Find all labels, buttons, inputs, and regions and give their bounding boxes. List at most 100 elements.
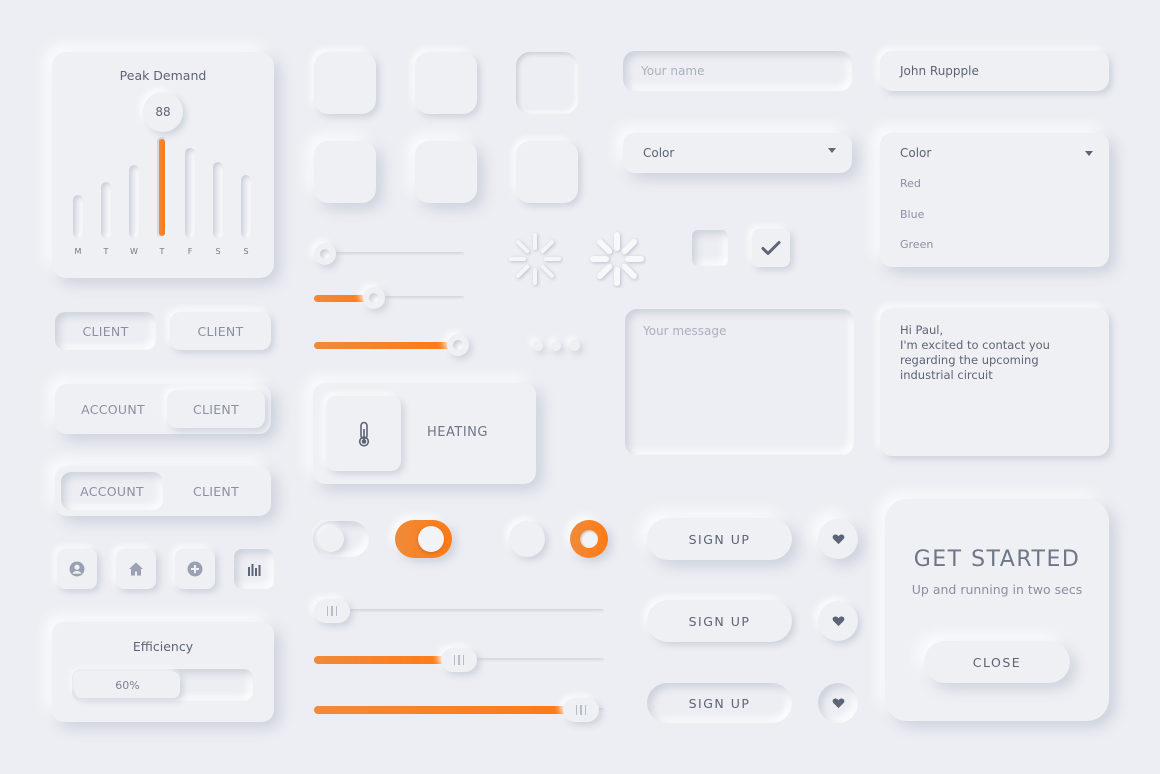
day-label: M <box>74 247 82 256</box>
slider-handle[interactable] <box>314 599 350 623</box>
tab-account[interactable]: ACCOUNT <box>61 472 163 510</box>
tab-account-label: ACCOUNT <box>80 483 144 499</box>
slider-knob[interactable] <box>363 287 385 309</box>
square-button[interactable] <box>314 141 376 203</box>
heating-label: HEATING <box>427 425 488 440</box>
square-button[interactable] <box>314 52 376 114</box>
tab-account-label: ACCOUNT <box>81 401 145 417</box>
slider-fill <box>314 341 453 349</box>
tab-account[interactable]: ACCOUNT <box>63 390 163 428</box>
toggle-switch-on[interactable] <box>395 520 452 558</box>
square-button[interactable] <box>516 141 578 203</box>
home-button[interactable] <box>116 549 156 589</box>
slider-knob[interactable] <box>314 243 336 265</box>
close-label: CLOSE <box>972 654 1022 670</box>
signup-button-pressed[interactable]: SIGN UP <box>647 683 792 723</box>
close-button[interactable]: CLOSE <box>924 641 1070 683</box>
loading-dot <box>533 341 543 351</box>
thermometer-icon <box>358 421 369 447</box>
toggle-switch-off[interactable] <box>313 521 369 557</box>
tab-client-label: CLIENT <box>192 483 240 499</box>
chevron-down-icon <box>1085 151 1093 156</box>
radio-off[interactable] <box>509 521 545 557</box>
color-dropdown-open[interactable]: Color Red Blue Green <box>880 133 1109 267</box>
demand-bar <box>185 148 195 238</box>
grip-line <box>458 655 460 665</box>
square-button[interactable] <box>415 141 477 203</box>
slider-knob-center <box>453 340 463 350</box>
name-input-filled[interactable]: John Ruppple <box>880 51 1109 91</box>
message-textarea-filled[interactable]: Hi Paul, I'm excited to contact you rega… <box>880 308 1109 456</box>
segmented-control-1: ACCOUNT CLIENT <box>55 384 271 434</box>
radio-on[interactable] <box>570 520 608 558</box>
chart-icon <box>248 564 261 576</box>
loading-spinner-icon <box>509 233 561 285</box>
demand-bar <box>157 137 167 238</box>
checkbox-checked[interactable] <box>752 229 790 267</box>
like-button[interactable] <box>818 519 858 559</box>
tab-client[interactable]: CLIENT <box>167 390 265 428</box>
grip-line <box>326 606 329 616</box>
message-textarea[interactable]: Your message <box>625 309 854 455</box>
loading-dot <box>569 340 580 351</box>
radio-dot <box>580 530 598 548</box>
demand-bar-highlight <box>159 139 165 236</box>
loading-dot <box>551 341 561 351</box>
slider-handle[interactable] <box>441 648 477 672</box>
efficiency-progress-fill: 60% <box>75 672 180 698</box>
name-value: John Ruppple <box>900 64 979 78</box>
spinner-spoke <box>621 239 637 255</box>
grip-line <box>331 606 333 616</box>
color-option-blue[interactable]: Blue <box>900 208 924 221</box>
day-label: T <box>159 247 165 256</box>
chart-button[interactable] <box>234 549 274 589</box>
toggle-knob <box>418 526 444 552</box>
demand-bar <box>241 175 251 238</box>
demand-bar <box>73 195 83 238</box>
toggle-knob <box>318 526 344 552</box>
get-started-subtitle: Up and running in two secs <box>911 582 1083 597</box>
slider-track[interactable] <box>314 609 604 613</box>
name-placeholder: Your name <box>641 64 705 78</box>
peak-demand-card: Peak Demand 88 M T W T F S S <box>52 52 274 278</box>
tab-client[interactable]: CLIENT <box>167 472 265 510</box>
user-button[interactable] <box>57 549 97 589</box>
user-icon <box>69 561 85 577</box>
square-button[interactable] <box>415 52 477 114</box>
slider-handle[interactable] <box>563 698 599 722</box>
segmented-control-2: ACCOUNT CLIENT <box>55 466 271 516</box>
chevron-down-icon <box>828 148 836 153</box>
checkbox-unchecked[interactable] <box>692 230 728 266</box>
grip-line <box>575 705 578 715</box>
signup-label: SIGN UP <box>688 613 751 629</box>
add-button[interactable] <box>175 549 215 589</box>
peak-value-bubble: 88 <box>143 92 183 132</box>
slider-knob[interactable] <box>447 334 469 356</box>
day-label: F <box>187 247 193 256</box>
heating-card[interactable]: HEATING <box>313 383 536 484</box>
client-button-pressed[interactable]: CLIENT <box>55 312 156 350</box>
efficiency-progress-track: 60% <box>72 669 253 701</box>
color-option-green[interactable]: Green <box>900 238 933 251</box>
grip-line <box>335 606 338 616</box>
spinner-spoke <box>597 263 613 279</box>
like-button-pressed[interactable] <box>818 683 858 723</box>
day-label: T <box>103 247 109 256</box>
color-option-red[interactable]: Red <box>900 177 921 190</box>
day-label: W <box>130 247 138 256</box>
square-button-pressed[interactable] <box>516 52 578 114</box>
like-button[interactable] <box>818 601 858 641</box>
spinner-spoke <box>540 240 554 254</box>
color-select[interactable]: Color <box>623 133 852 173</box>
loading-spinner-icon <box>590 232 644 286</box>
name-input[interactable]: Your name <box>623 51 852 91</box>
color-dropdown-label: Color <box>900 146 932 160</box>
client-button-raised[interactable]: CLIENT <box>170 312 271 350</box>
signup-button[interactable]: SIGN UP <box>647 518 792 560</box>
demand-bar <box>129 165 139 238</box>
slider-fill <box>314 656 453 664</box>
signup-button[interactable]: SIGN UP <box>647 600 792 642</box>
slider-knob-center <box>320 249 330 259</box>
get-started-card: GET STARTED Up and running in two secs C… <box>885 499 1109 721</box>
slider-track[interactable] <box>314 252 464 256</box>
